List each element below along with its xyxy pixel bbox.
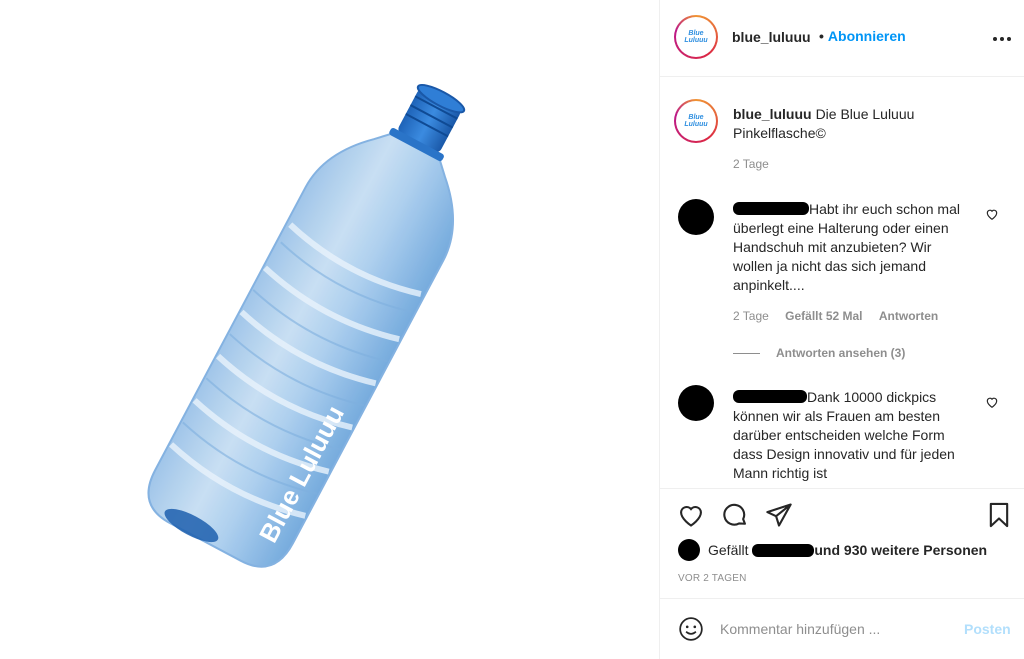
reply-button[interactable]: Antworten [879, 309, 938, 323]
caption-time[interactable]: 2 Tage [733, 157, 769, 171]
avatar[interactable]: Blue Luluuu [674, 15, 718, 59]
post-date[interactable]: VOR 2 TAGEN [678, 573, 747, 584]
header-username[interactable]: blue_luluuu [732, 29, 811, 45]
caption-avatar[interactable]: Blue Luluuu [674, 99, 718, 143]
bookmark-icon[interactable] [985, 501, 1013, 529]
comment-avatar[interactable] [678, 385, 714, 421]
redacted-liker [752, 543, 815, 557]
comment-bubble-icon[interactable] [721, 501, 749, 529]
caption-username[interactable]: blue_luluuu [733, 106, 812, 122]
comment-likes[interactable]: Gefällt 52 Mal [785, 309, 862, 323]
avatar-logo-line1: Blue [688, 30, 704, 37]
likes-count[interactable]: und 930 weitere Personen [814, 542, 987, 558]
follow-label: Abonnieren [827, 28, 906, 44]
follow-dot: • [819, 28, 824, 44]
comment-like-heart-icon[interactable] [985, 207, 999, 221]
follow-button[interactable]: • Abonnieren [819, 28, 906, 44]
likes-prefix: Gefällt [708, 542, 749, 558]
post-header: Blue Luluuu blue_luluuu • Abonnieren [660, 0, 1024, 77]
comment: Habt ihr euch schon mal überlegt eine Ha… [733, 200, 973, 295]
emoji-icon[interactable] [678, 616, 704, 642]
post-side-panel: Blue Luluuu blue_luluuu • Abonnieren Blue… [659, 0, 1024, 659]
water-bottle-image: Blue Luluuu [147, 83, 466, 568]
post-comment-button[interactable]: Posten [964, 621, 1011, 637]
comment-input[interactable] [720, 619, 950, 639]
likes-summary: Gefällt und 930 weitere Personen [678, 539, 987, 561]
avatar-logo-line2: Luluuu [684, 121, 708, 128]
comment-time[interactable]: 2 Tage [733, 309, 769, 323]
view-replies-button[interactable]: Antworten ansehen (3) [733, 346, 905, 360]
comment-avatar[interactable] [678, 199, 714, 235]
redacted-username [733, 390, 807, 403]
redacted-username [733, 202, 809, 215]
share-paper-plane-icon[interactable] [765, 501, 793, 529]
avatar-logo-line2: Luluuu [684, 37, 708, 44]
comment-form: Posten [660, 598, 1024, 659]
avatar-logo-line1: Blue [688, 114, 704, 121]
replies-divider [733, 352, 760, 354]
like-heart-icon[interactable] [677, 501, 705, 529]
more-options-icon[interactable] [992, 26, 1012, 47]
liker-avatar[interactable] [678, 539, 700, 561]
post-image[interactable]: Blue Luluuu [0, 0, 659, 659]
comment-meta: 2 Tage Gefällt 52 Mal Antworten [733, 309, 951, 323]
comment: Dank 10000 dickpics können wir als Fraue… [733, 388, 973, 483]
view-replies-label: Antworten ansehen (3) [776, 346, 906, 360]
caption: blue_luluuu Die Blue Luluuu Pinkelflasche… [733, 105, 993, 143]
comment-like-heart-icon[interactable] [985, 395, 999, 409]
